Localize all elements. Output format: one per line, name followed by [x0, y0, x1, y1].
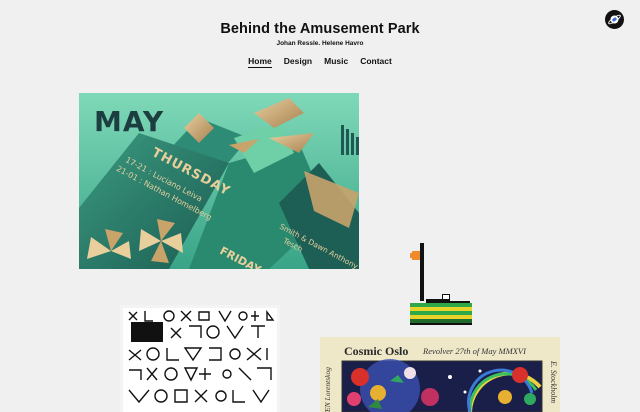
poster-cosmic-oslo-card[interactable]: Cosmic Oslo Revolver 27th of May MMXVI S… — [320, 337, 560, 412]
site-subtitle: Johan Ressle. Helene Havro — [276, 40, 364, 47]
oslo-header: Cosmic Oslo Revolver 27th of May MMXVI — [320, 344, 560, 358]
nav-design[interactable]: Design — [284, 56, 312, 68]
oslo-date: Revolver 27th of May MMXVI — [423, 346, 526, 356]
oslo-right-text: E. Stockholm — [549, 361, 558, 404]
poster-monochrome-card[interactable] — [120, 305, 280, 412]
oslo-title: Cosmic Oslo — [344, 344, 409, 358]
poster-may-card[interactable]: MAY THURSDAY 17-21 : Luciano Leiva 21-01… — [79, 93, 359, 269]
nav-home[interactable]: Home — [248, 56, 272, 68]
oslo-left-text: STEN Lorentskog — [323, 367, 332, 412]
nav-music[interactable]: Music — [324, 56, 348, 68]
planet-logo-icon[interactable] — [605, 10, 624, 29]
main-nav: Home Design Music Contact — [0, 56, 640, 68]
poster-may-art: MAY THURSDAY 17-21 : Luciano Leiva 21-01… — [79, 93, 359, 269]
golf-pixel-art[interactable] — [408, 241, 474, 327]
poster-month: MAY — [94, 105, 164, 138]
nav-contact[interactable]: Contact — [360, 56, 392, 68]
site-title[interactable]: Behind the Amusement Park — [0, 21, 640, 37]
poster-monochrome-art — [123, 308, 277, 412]
